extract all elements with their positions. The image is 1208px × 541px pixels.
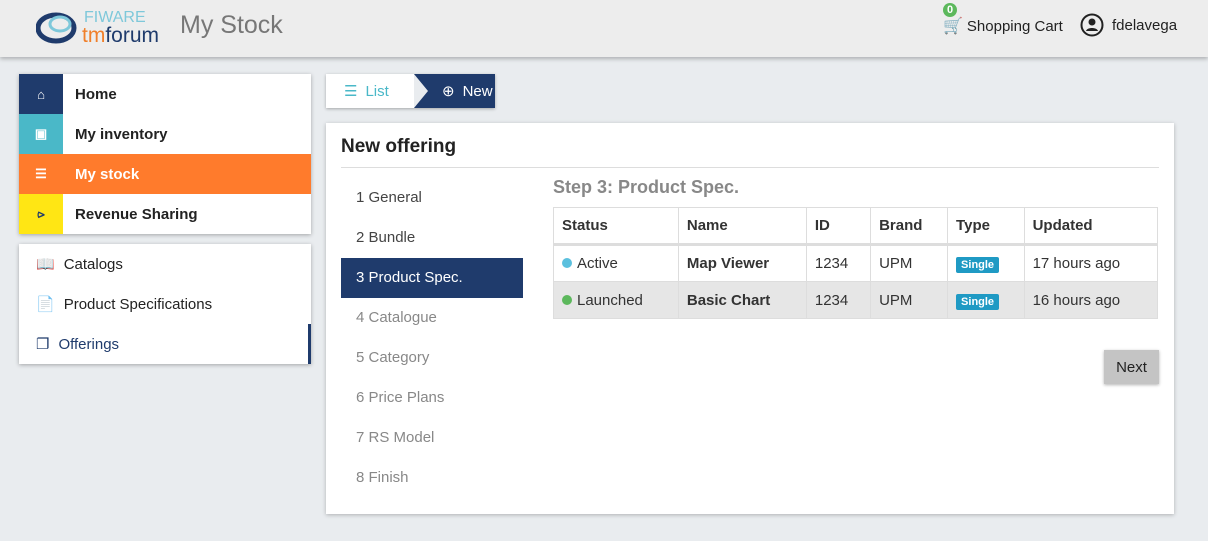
main-nav: ⌂ Home ▣ My inventory ☰ My stock ⪧ Revenue S… (19, 74, 311, 234)
step-rs-model[interactable]: 7 RS Model (341, 418, 523, 458)
col-type: Type (947, 207, 1025, 246)
database-icon: ☰ (19, 154, 63, 194)
col-brand: Brand (870, 207, 949, 246)
subnav-label: Offerings (58, 335, 120, 353)
table-row[interactable]: Launched Basic Chart 1234 UPM Single 16 … (553, 281, 1159, 319)
brand-cell: UPM (870, 244, 949, 282)
breadcrumb-list[interactable]: ☰ List (326, 74, 414, 108)
sub-nav: 📖 Catalogs 📄 Product Specifications ❐ Offer… (19, 244, 311, 364)
plus-circle-icon: ⊕ (442, 83, 455, 100)
nav-label: Revenue Sharing (75, 205, 198, 223)
cart-count-badge: 0 (943, 3, 958, 17)
col-status: Status (553, 207, 679, 246)
shopping-cart-link[interactable]: 0 🛒 Shopping Cart (943, 3, 1063, 36)
book-icon: 📖 (36, 256, 55, 273)
fiware-tmforum-logo[interactable]: FIWARE tmforum (36, 6, 172, 46)
col-id: ID (805, 207, 872, 246)
subnav-label: Catalogs (63, 255, 123, 273)
divider (341, 167, 1159, 168)
step-price-plans[interactable]: 6 Price Plans (341, 378, 523, 418)
status-dot (562, 294, 572, 305)
updated-cell: 16 hours ago (1023, 281, 1159, 319)
step-category[interactable]: 5 Category (341, 338, 523, 378)
name-cell: Basic Chart (677, 281, 807, 319)
home-icon: ⌂ (19, 74, 63, 114)
nav-item-my-inventory[interactable]: ▣ My inventory (19, 114, 311, 154)
status-text: Active (577, 255, 618, 272)
subnav-label: Product Specifications (63, 295, 213, 313)
step-bundle[interactable]: 2 Bundle (341, 218, 523, 258)
type-badge: Single (956, 257, 1000, 273)
subnav-item-offerings[interactable]: ❐ Offerings (19, 324, 311, 364)
col-updated: Updated (1023, 207, 1159, 246)
file-icon: 📄 (36, 296, 55, 313)
svg-text:tmforum: tmforum (82, 24, 159, 46)
table-row[interactable]: Active Map Viewer 1234 UPM Single 17 hou… (553, 244, 1159, 282)
username: fdelavega (1112, 16, 1178, 34)
step-general[interactable]: 1 General (341, 178, 523, 218)
app-title: My Stock (180, 11, 283, 39)
updated-cell: 17 hours ago (1023, 244, 1159, 282)
step-catalogue[interactable]: 4 Catalogue (341, 298, 523, 338)
top-header: FIWARE tmforum My Stock 0 🛒 Shopping Car… (0, 0, 1208, 57)
list-icon: ☰ (344, 83, 358, 100)
name-cell: Map Viewer (677, 244, 807, 282)
nav-item-my-stock[interactable]: ☰ My stock (19, 154, 311, 194)
step-product-spec[interactable]: 3 Product Spec. (341, 258, 523, 298)
step-title: Step 3: Product Spec. (553, 177, 740, 197)
nav-label: My inventory (75, 125, 168, 143)
archive-icon: ▣ (19, 114, 63, 154)
id-cell: 1234 (805, 281, 872, 319)
type-cell: Single (947, 244, 1025, 282)
subnav-item-catalogs[interactable]: 📖 Catalogs (19, 244, 311, 284)
product-spec-table: Status Name ID Brand Type Updated Active… (553, 207, 1159, 319)
breadcrumb-list-label: List (365, 82, 389, 100)
status-cell: Active (553, 244, 679, 282)
status-text: Launched (577, 291, 643, 309)
new-offering-card: New offering 1 General 2 Bundle 3 Produc… (326, 123, 1174, 514)
cart-icon: 🛒 (943, 18, 963, 35)
share-icon: ⪧ (19, 194, 63, 234)
breadcrumb: ☰ List ⊕ New (326, 74, 495, 108)
subnav-item-product-specifications[interactable]: 📄 Product Specifications (19, 284, 311, 324)
cart-label: Shopping Cart (966, 17, 1063, 35)
breadcrumb-new[interactable]: ⊕ New (414, 74, 495, 108)
step-finish[interactable]: 8 Finish (341, 458, 523, 498)
next-button[interactable]: Next (1104, 350, 1159, 384)
cube-icon: ❐ (36, 336, 50, 353)
nav-item-revenue-sharing[interactable]: ⪧ Revenue Sharing (19, 194, 311, 234)
nav-item-home[interactable]: ⌂ Home (19, 74, 311, 114)
nav-label: Home (75, 85, 117, 103)
brand-cell: UPM (870, 281, 949, 319)
breadcrumb-new-label: New (462, 82, 493, 100)
type-cell: Single (947, 281, 1025, 319)
user-circle-icon (1080, 13, 1104, 37)
status-dot (562, 258, 572, 268)
col-name: Name (677, 207, 807, 246)
user-menu[interactable]: fdelavega (1080, 13, 1177, 37)
type-badge: Single (956, 293, 1000, 310)
status-cell: Launched (553, 281, 679, 319)
page-title: New offering (341, 136, 457, 157)
nav-label: My stock (75, 165, 140, 183)
wizard-steps: 1 General 2 Bundle 3 Product Spec. 4 Cat… (341, 178, 523, 498)
id-cell: 1234 (805, 244, 872, 282)
